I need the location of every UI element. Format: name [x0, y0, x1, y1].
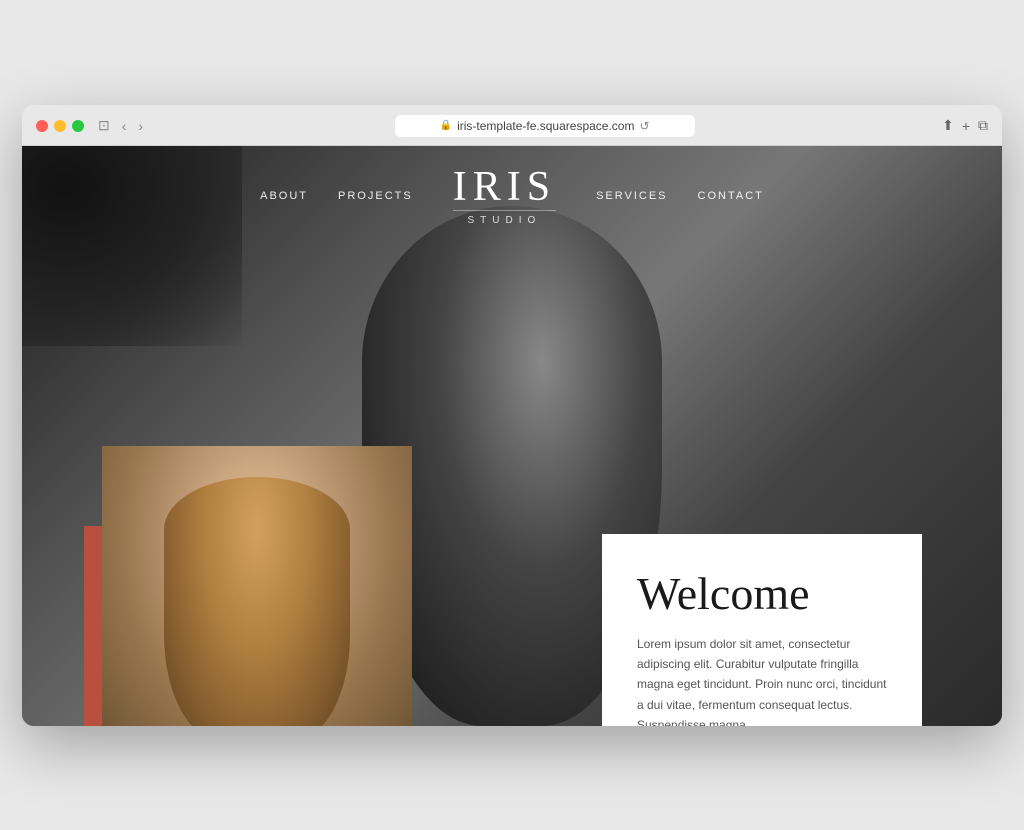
hero-section: ABOUT PROJECTS IRIS STUDIO SERVICES CONT… [22, 146, 1002, 726]
close-button[interactable] [36, 120, 48, 132]
welcome-panel: Welcome Lorem ipsum dolor sit amet, cons… [602, 534, 922, 726]
welcome-title: Welcome [637, 569, 887, 620]
website-content: ABOUT PROJECTS IRIS STUDIO SERVICES CONT… [22, 146, 1002, 726]
nav-right-links: SERVICES CONTACT [596, 190, 764, 202]
browser-chrome: ⊡ ‹ › 🔒 iris-template-fe.squarespace.com… [22, 105, 1002, 146]
red-accent-bar [84, 526, 102, 726]
nav-services[interactable]: SERVICES [596, 190, 667, 202]
back-button[interactable]: ‹ [118, 116, 131, 136]
welcome-body: Lorem ipsum dolor sit amet, consectetur … [637, 634, 887, 726]
duplicate-button[interactable]: ⧉ [978, 117, 988, 134]
browser-actions: ⬆ + ⧉ [942, 117, 988, 134]
logo-sub-text: STUDIO [453, 210, 556, 226]
refresh-icon[interactable]: ↺ [639, 119, 649, 133]
traffic-lights [36, 120, 84, 132]
minimize-button[interactable] [54, 120, 66, 132]
secondary-photo [102, 446, 412, 726]
logo-main-text: IRIS [453, 166, 556, 208]
nav-left-links: ABOUT PROJECTS [260, 190, 413, 202]
address-input[interactable]: 🔒 iris-template-fe.squarespace.com ↺ [395, 115, 695, 137]
browser-controls: ⊡ ‹ › [94, 115, 147, 136]
address-bar-container: 🔒 iris-template-fe.squarespace.com ↺ [157, 115, 932, 137]
new-tab-button[interactable]: + [962, 118, 970, 134]
secondary-photo-inner [102, 446, 412, 726]
nav-projects[interactable]: PROJECTS [338, 190, 413, 202]
forward-button[interactable]: › [134, 116, 147, 136]
window-mode-button[interactable]: ⊡ [94, 115, 114, 136]
nav-about[interactable]: ABOUT [260, 190, 308, 202]
nav-contact[interactable]: CONTACT [698, 190, 764, 202]
lock-icon: 🔒 [440, 120, 452, 131]
site-logo[interactable]: IRIS STUDIO [453, 166, 556, 226]
url-text: iris-template-fe.squarespace.com [457, 119, 634, 133]
share-button[interactable]: ⬆ [942, 117, 954, 134]
browser-window: ⊡ ‹ › 🔒 iris-template-fe.squarespace.com… [22, 105, 1002, 726]
maximize-button[interactable] [72, 120, 84, 132]
site-navigation: ABOUT PROJECTS IRIS STUDIO SERVICES CONT… [22, 146, 1002, 246]
